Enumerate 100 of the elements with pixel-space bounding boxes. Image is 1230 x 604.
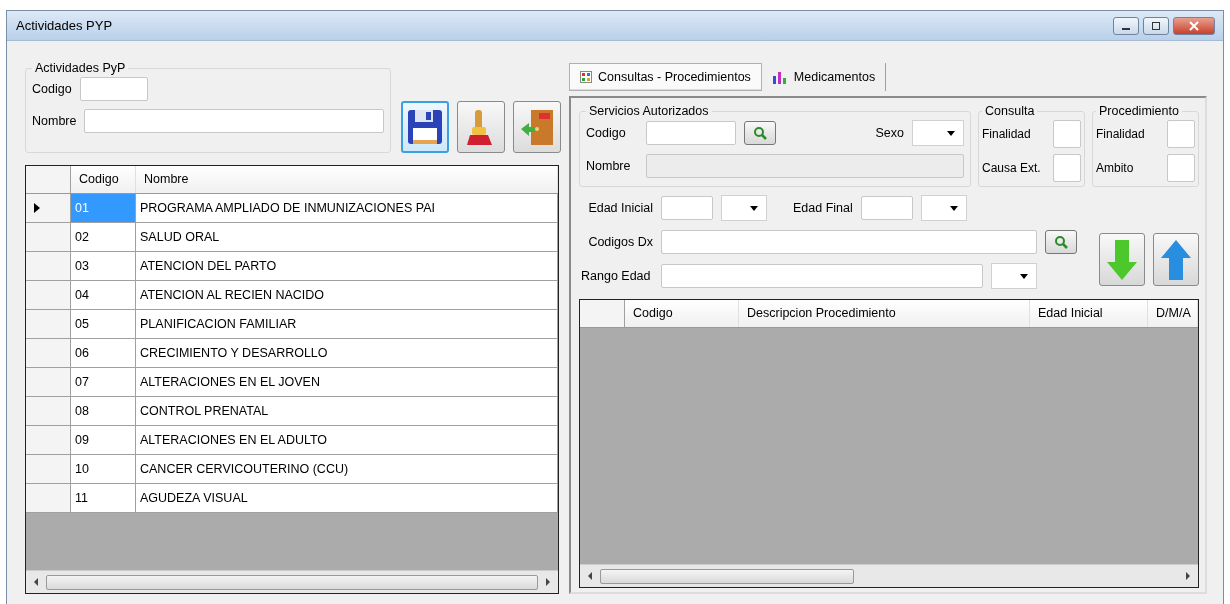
dropdown[interactable]	[920, 195, 967, 221]
search-icon	[753, 126, 767, 140]
down-arrow-icon	[1105, 237, 1139, 282]
table-cell: 10	[71, 455, 136, 483]
maximize-button[interactable]	[1143, 16, 1169, 35]
table-cell: 11	[71, 484, 136, 512]
column-header: Nombre	[136, 166, 558, 193]
table-cell: 04	[71, 281, 136, 309]
input-field[interactable]	[1053, 120, 1081, 148]
table-row[interactable]: 10 CANCER CERVICOUTERINO (CCU)	[26, 455, 558, 484]
table-row[interactable]: 09 ALTERACIONES EN EL ADULTO	[26, 426, 558, 455]
dropdown[interactable]	[912, 120, 964, 146]
input-field[interactable]	[1167, 154, 1195, 182]
field-label: Nombre	[32, 114, 77, 128]
minimize-button[interactable]	[1113, 16, 1139, 35]
group-title: Servicios Autorizados	[588, 104, 710, 118]
horizontal-scrollbar[interactable]	[26, 570, 558, 593]
group-title: Procedimiento	[1098, 104, 1180, 118]
table-row[interactable]: 01 PROGRAMA AMPLIADO DE INMUNIZACIONES PAI	[26, 194, 558, 223]
table-row[interactable]: 02 SALUD ORAL	[26, 223, 558, 252]
table-row[interactable]: 03 ATENCION DEL PARTO	[26, 252, 558, 281]
table-row[interactable]: 08 CONTROL PRENATAL	[26, 397, 558, 426]
search-icon	[1054, 235, 1068, 249]
right-arrow-icon	[544, 578, 552, 586]
column-header: Edad Inicial	[1030, 300, 1148, 327]
table-cell: ATENCION AL RECIEN NACIDO	[136, 281, 558, 309]
table-cell: CONTROL PRENATAL	[136, 397, 558, 425]
table-cell: SALUD ORAL	[136, 223, 558, 251]
table-cell: 07	[71, 368, 136, 396]
grid-icon	[580, 71, 592, 83]
current-row-icon	[34, 203, 40, 213]
field-label: Finalidad	[1096, 127, 1145, 141]
table-cell: 01	[71, 194, 136, 222]
table-cell: ATENCION DEL PARTO	[136, 252, 558, 280]
input-field[interactable]	[860, 196, 913, 220]
table-row[interactable]: 07 ALTERACIONES EN EL JOVEN	[26, 368, 558, 397]
field-label: Codigo	[586, 126, 627, 140]
input-field[interactable]	[84, 109, 385, 133]
table-row[interactable]: 05 PLANIFICACION FAMILIAR	[26, 310, 558, 339]
input-field[interactable]	[1053, 154, 1081, 182]
tab[interactable]: Consultas - Procedimientos	[569, 63, 762, 91]
column-header: Codigo	[71, 166, 136, 193]
field-label: Codigo	[32, 82, 72, 96]
input-field[interactable]	[661, 264, 983, 288]
field-label: Sexo	[875, 126, 904, 140]
tab[interactable]: Medicamentos	[761, 63, 887, 91]
left-arrow-icon	[32, 578, 40, 586]
save-button[interactable]	[401, 101, 450, 153]
table-cell: 09	[71, 426, 136, 454]
dropdown[interactable]	[991, 263, 1037, 289]
input-field[interactable]	[1167, 120, 1195, 148]
bar-chart-icon	[771, 70, 788, 84]
field-label: Rango Edad	[581, 269, 652, 283]
search-button[interactable]	[1045, 230, 1077, 254]
column-header: D/M/A	[1148, 300, 1198, 327]
field-label: Edad Inicial	[587, 201, 653, 215]
table-cell: CRECIMIENTO Y DESARROLLO	[136, 339, 558, 367]
move-down-button[interactable]	[1099, 233, 1145, 286]
table-row[interactable]: 04 ATENCION AL RECIEN NACIDO	[26, 281, 558, 310]
table-cell: 02	[71, 223, 136, 251]
maximize-icon	[1150, 20, 1162, 31]
minimize-icon	[1122, 27, 1130, 30]
move-up-button[interactable]	[1153, 233, 1199, 286]
table-cell: ALTERACIONES EN EL ADULTO	[136, 426, 558, 454]
horizontal-scrollbar[interactable]	[580, 564, 1198, 587]
group-title: Consulta	[984, 104, 1036, 118]
input-field[interactable]	[646, 121, 736, 145]
input-field[interactable]	[661, 196, 713, 220]
field-label: Finalidad	[982, 127, 1031, 141]
group-title: Actividades PyP	[34, 61, 127, 75]
table-cell: CANCER CERVICOUTERINO (CCU)	[136, 455, 558, 483]
right-arrow-icon	[1184, 572, 1192, 580]
table-cell: 03	[71, 252, 136, 280]
table-row[interactable]: 06 CRECIMIENTO Y DESARROLLO	[26, 339, 558, 368]
search-button[interactable]	[744, 121, 776, 145]
left-arrow-icon	[586, 572, 594, 580]
column-header: Codigo	[625, 300, 739, 327]
caret-icon	[949, 205, 958, 211]
scrollbar-thumb[interactable]	[600, 568, 855, 584]
exit-button[interactable]	[513, 101, 562, 153]
input-field[interactable]	[79, 77, 148, 101]
close-icon	[1188, 20, 1200, 31]
input-field[interactable]	[661, 230, 1037, 254]
field-label: Causa Ext.	[982, 161, 1041, 175]
field-label: Nombre	[586, 159, 632, 173]
close-button[interactable]	[1173, 16, 1215, 35]
caret-icon	[1020, 273, 1028, 279]
dropdown[interactable]	[721, 195, 767, 221]
clear-button[interactable]	[457, 101, 506, 153]
table-cell: 06	[71, 339, 136, 367]
field-label: Codigos Dx	[587, 235, 653, 249]
table-cell: PLANIFICACION FAMILIAR	[136, 310, 558, 338]
column-header: Descripcion Procedimiento	[739, 300, 1030, 327]
caret-icon	[750, 205, 758, 211]
table-cell: ALTERACIONES EN EL JOVEN	[136, 368, 558, 396]
table-row[interactable]: 11 AGUDEZA VISUAL	[26, 484, 558, 513]
field-label: Edad Final	[793, 201, 853, 215]
scrollbar-thumb[interactable]	[46, 574, 538, 590]
table-cell: PROGRAMA AMPLIADO DE INMUNIZACIONES PAI	[136, 194, 558, 222]
table-cell: 05	[71, 310, 136, 338]
